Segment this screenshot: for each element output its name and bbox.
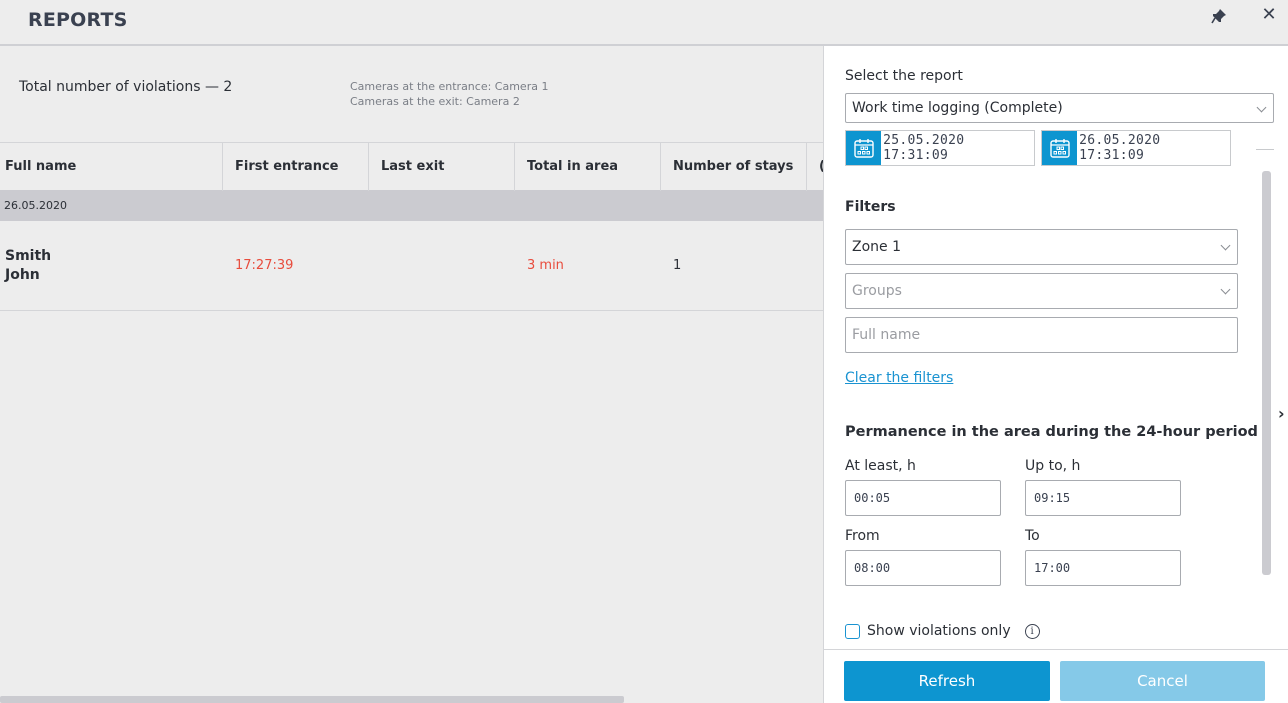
to-label: To (1025, 528, 1040, 544)
column-header-number-of-stays[interactable]: Number of stays (661, 143, 807, 191)
title-bar: REPORTS ✕ (0, 0, 1288, 46)
from-label: From (845, 528, 880, 544)
cameras-entrance: Cameras at the entrance: Camera 1 (350, 80, 549, 93)
first-name: John (5, 266, 40, 283)
cameras-info: Cameras at the entrance: Camera 1 Camera… (350, 79, 548, 109)
cell-full-name: Smith John (0, 247, 223, 285)
date-from-picker[interactable]: 25.05.2020 17:31:09 (845, 130, 1035, 166)
window-title: REPORTS (28, 9, 128, 31)
report-type-value: Work time logging (Complete) (852, 100, 1063, 116)
groups-select[interactable]: Groups (845, 273, 1238, 309)
last-name: Smith (5, 247, 52, 264)
report-settings-panel: Select the report Work time logging (Com… (823, 46, 1288, 703)
calendar-icon[interactable] (846, 131, 882, 165)
refresh-button[interactable]: Refresh (844, 661, 1050, 701)
violations-summary: Total number of violations — 2 (19, 79, 233, 95)
filters-title: Filters (845, 199, 896, 215)
cell-number-of-stays: 1 (673, 258, 682, 273)
from-time-input[interactable]: 08:00 (845, 550, 1001, 586)
to-time-input[interactable]: 17:00 (1025, 550, 1181, 586)
report-type-select[interactable]: Work time logging (Complete) (845, 93, 1274, 123)
chevron-down-icon (1256, 102, 1267, 113)
cell-first-entrance: 17:27:39 (235, 258, 294, 273)
show-violations-only-label: Show violations only (867, 623, 1011, 639)
column-header-last-exit[interactable]: Last exit (369, 143, 515, 191)
divider (1256, 149, 1274, 150)
report-table: Full name First entrance Last exit Total… (0, 142, 823, 311)
clear-filters-link[interactable]: Clear the filters (845, 370, 953, 386)
footer-divider (824, 649, 1288, 650)
date-from-value: 25.05.2020 17:31:09 (883, 133, 965, 163)
pin-icon[interactable] (1210, 7, 1228, 25)
vertical-scrollbar[interactable] (1262, 171, 1271, 575)
up-to-input[interactable]: 09:15 (1025, 480, 1181, 516)
cancel-button[interactable]: Cancel (1060, 661, 1265, 701)
select-report-label: Select the report (845, 68, 963, 84)
chevron-down-icon (1220, 240, 1231, 251)
table-row[interactable]: Smith John 17:27:39 3 min 1 (0, 221, 823, 311)
at-least-input[interactable]: 00:05 (845, 480, 1001, 516)
permanence-title: Permanence in the area during the 24-hou… (845, 424, 1258, 440)
calendar-icon[interactable] (1042, 131, 1078, 165)
show-violations-only-checkbox[interactable]: Show violations only i (845, 623, 1040, 639)
checkbox[interactable] (845, 623, 860, 639)
up-to-label: Up to, h (1025, 458, 1081, 474)
date-to-picker[interactable]: 26.05.2020 17:31:09 (1041, 130, 1231, 166)
report-results-panel: Total number of violations — 2 Cameras a… (0, 46, 823, 703)
at-least-label: At least, h (845, 458, 916, 474)
info-icon[interactable]: i (1024, 623, 1040, 639)
zone-value: Zone 1 (852, 239, 901, 255)
date-to-value: 26.05.2020 17:31:09 (1079, 133, 1161, 163)
column-header-first-entrance[interactable]: First entrance (223, 143, 369, 191)
column-header-truncated[interactable]: ( (807, 143, 823, 191)
groups-placeholder: Groups (852, 283, 902, 299)
column-header-full-name[interactable]: Full name (0, 143, 223, 191)
zone-select[interactable]: Zone 1 (845, 229, 1238, 265)
close-icon[interactable]: ✕ (1260, 6, 1278, 24)
chevron-right-icon[interactable]: › (1278, 404, 1285, 423)
chevron-down-icon (1220, 284, 1231, 295)
cameras-exit: Cameras at the exit: Camera 2 (350, 95, 520, 108)
full-name-input[interactable]: Full name (845, 317, 1238, 353)
table-header: Full name First entrance Last exit Total… (0, 142, 823, 191)
date-group-row[interactable]: 26.05.2020 (0, 190, 823, 221)
horizontal-scrollbar[interactable] (0, 696, 624, 703)
cell-total-in-area: 3 min (527, 258, 564, 273)
column-header-total-in-area[interactable]: Total in area (515, 143, 661, 191)
